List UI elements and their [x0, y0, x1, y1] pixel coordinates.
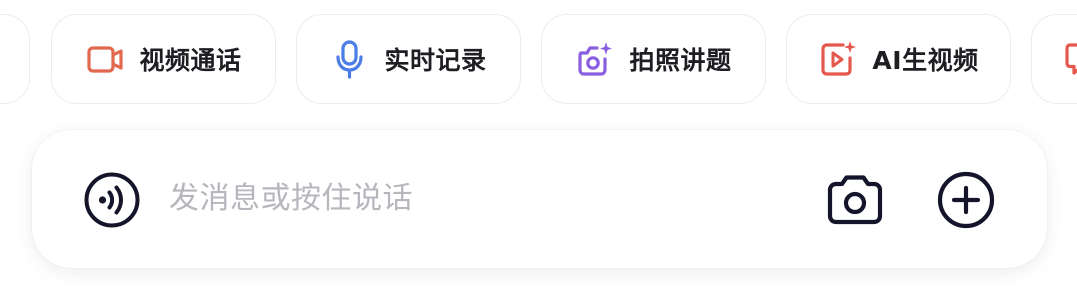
quick-action-label: 视频通话 [139, 46, 242, 75]
ai-video-icon [818, 39, 858, 79]
quick-action-partial-left[interactable] [0, 14, 30, 104]
camera-sparkle-icon [575, 39, 615, 79]
quick-action-partial-right[interactable] [1031, 14, 1077, 104]
quick-actions-row: 视频通话 实时记录 拍照讲题 AI生视频 [0, 0, 1077, 118]
message-input-placeholder[interactable]: 发消息或按住说话 [169, 130, 413, 268]
voice-input-button[interactable] [82, 170, 142, 230]
quick-action-label: 拍照讲题 [629, 46, 732, 75]
quick-action-label: 实时记录 [384, 46, 487, 75]
more-options-button[interactable] [936, 170, 996, 230]
video-call-icon [85, 39, 125, 79]
camera-button[interactable] [824, 170, 886, 230]
microphone-icon [330, 39, 370, 79]
quick-action-label: AI生视频 [872, 46, 979, 75]
voice-waves-icon [83, 171, 141, 229]
quick-action-live-record[interactable]: 实时记录 [296, 14, 521, 104]
quick-action-ai-video[interactable]: AI生视频 [786, 14, 1011, 104]
message-input-bar: 发消息或按住说话 [32, 130, 1047, 268]
quick-action-photo-explain[interactable]: 拍照讲题 [541, 14, 766, 104]
quick-action-video-call[interactable]: 视频通话 [51, 14, 276, 104]
plus-circle-icon [937, 171, 995, 229]
partial-chip-right-icon [1062, 39, 1077, 79]
camera-icon [826, 174, 884, 226]
